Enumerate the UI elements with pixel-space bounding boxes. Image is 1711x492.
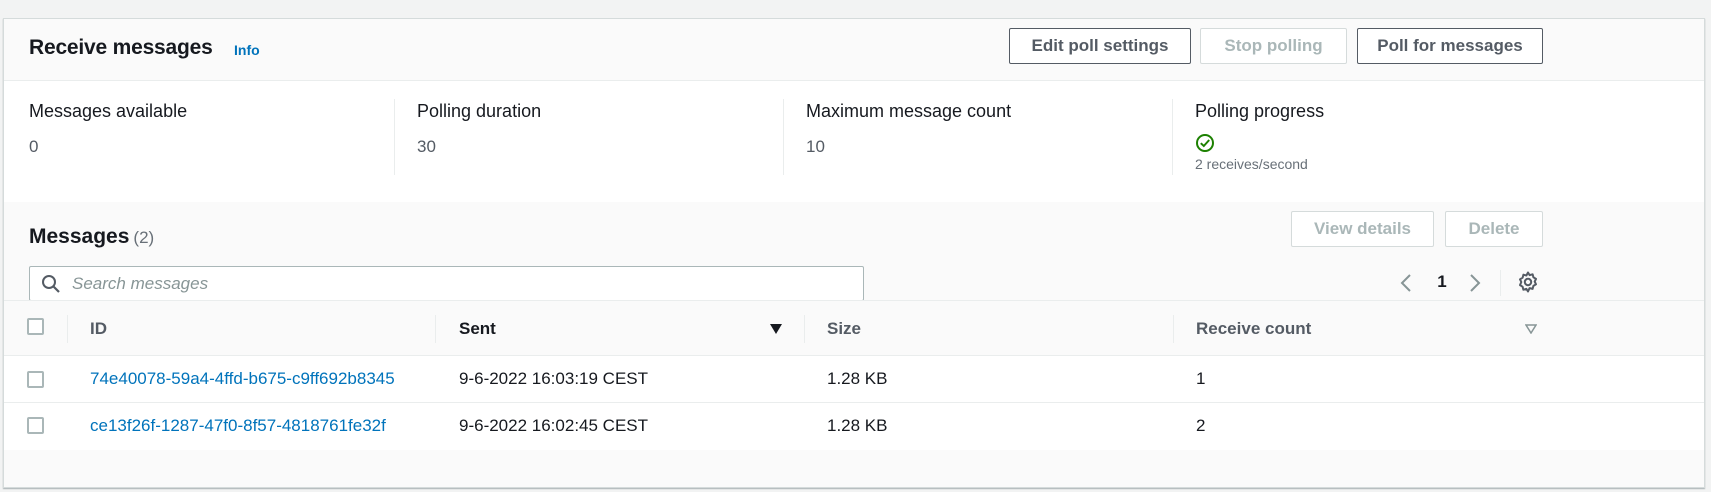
message-receive-count: 1: [1196, 369, 1206, 388]
messages-title: Messages (2): [29, 225, 154, 249]
stat-value: 10: [806, 137, 825, 156]
stat-label: Polling progress: [1195, 101, 1325, 121]
stat-sub: 2 receives/second: [1195, 156, 1308, 172]
message-id-link[interactable]: ce13f26f-1287-47f0-8f57-4818761fe32f: [90, 416, 386, 436]
stat-divider: [1172, 99, 1173, 175]
messages-title-text: Messages: [29, 225, 130, 248]
table-row[interactable]: ce13f26f-1287-47f0-8f57-4818761fe32f 9-6…: [4, 403, 1704, 450]
stat-polling-duration: Polling duration 30: [394, 81, 783, 202]
select-all-checkbox[interactable]: [27, 318, 44, 335]
stat-label: Polling duration: [417, 101, 542, 121]
message-sent: 9-6-2022 16:02:45 CEST: [459, 416, 649, 435]
column-divider: [1173, 315, 1174, 343]
panel-title: Receive messages: [29, 36, 213, 59]
polling-stats: Messages available 0 Polling duration 30…: [4, 81, 1704, 202]
column-divider: [804, 315, 805, 343]
column-header-receive-count[interactable]: Receive count: [1196, 319, 1311, 339]
stat-messages-available: Messages available 0: [4, 81, 394, 202]
sort-descending-icon[interactable]: [769, 323, 783, 335]
panel-header: Receive messages Info Edit poll settings…: [4, 19, 1704, 81]
stat-label: Maximum message count: [806, 101, 1012, 121]
stat-divider: [783, 99, 784, 175]
messages-count: (2): [133, 228, 155, 247]
chevron-left-icon[interactable]: [1397, 272, 1417, 294]
search-box: [29, 266, 864, 301]
stat-divider: [394, 99, 395, 175]
view-details-button[interactable]: View details: [1291, 211, 1434, 247]
edit-poll-settings-button[interactable]: Edit poll settings: [1009, 28, 1191, 64]
message-id-link[interactable]: 74e40078-59a4-4ffd-b675-c9ff692b8345: [90, 369, 395, 389]
row-checkbox[interactable]: [27, 417, 44, 434]
message-sent: 9-6-2022 16:03:19 CEST: [459, 369, 649, 388]
message-size: 1.28 KB: [827, 416, 888, 435]
stat-maximum-message-count: Maximum message count 10: [783, 81, 1172, 202]
column-divider: [435, 315, 436, 343]
message-size: 1.28 KB: [827, 369, 888, 388]
delete-button[interactable]: Delete: [1445, 211, 1543, 247]
check-circle-icon: [1196, 134, 1214, 152]
column-header-sent[interactable]: Sent: [459, 319, 496, 339]
info-link[interactable]: Info: [234, 42, 260, 58]
row-checkbox[interactable]: [27, 371, 44, 388]
stop-polling-button[interactable]: Stop polling: [1200, 28, 1347, 64]
column-header-id[interactable]: ID: [90, 319, 107, 339]
stat-polling-progress: Polling progress 2 receives/second: [1172, 81, 1704, 202]
stat-label: Messages available: [29, 101, 188, 121]
poll-for-messages-button[interactable]: Poll for messages: [1357, 28, 1543, 64]
search-input[interactable]: [70, 267, 850, 300]
gear-icon[interactable]: [1516, 270, 1540, 294]
stat-value: 30: [417, 137, 436, 156]
current-page-number[interactable]: 1: [1435, 272, 1449, 292]
column-header-size[interactable]: Size: [827, 319, 861, 339]
sort-toggle-icon[interactable]: [1525, 324, 1537, 334]
search-icon: [42, 275, 60, 293]
column-divider: [67, 315, 68, 343]
receive-messages-panel: Receive messages Info Edit poll settings…: [3, 18, 1705, 488]
stat-value: 0: [29, 137, 39, 156]
message-receive-count: 2: [1196, 416, 1206, 435]
table-header: ID Sent Size Receive count: [4, 300, 1704, 356]
chevron-right-icon[interactable]: [1464, 272, 1484, 294]
pagination-divider: [1500, 270, 1501, 296]
table-row[interactable]: 74e40078-59a4-4ffd-b675-c9ff692b8345 9-6…: [4, 356, 1704, 403]
